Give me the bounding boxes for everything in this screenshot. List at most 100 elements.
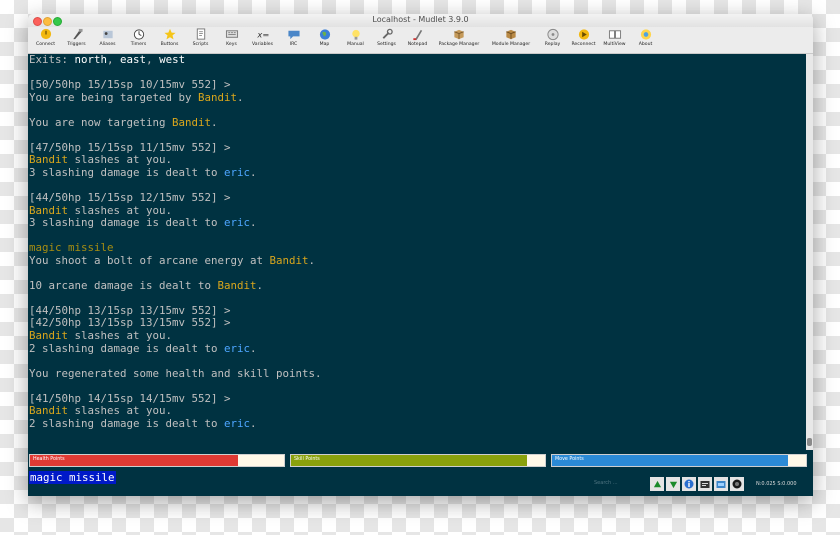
toolbar-button-label: Keys bbox=[226, 42, 237, 47]
window-title: Localhost - Mudlet 3.9.0 bbox=[372, 15, 469, 24]
toolbar-button-label: Notepad bbox=[407, 42, 428, 47]
console-text-segment: You are being targeted by bbox=[29, 90, 199, 104]
console-text-segment: [41/50hp 14/15sp 14/15mv 552] > bbox=[29, 391, 231, 405]
console-text-segment: You are now targeting bbox=[29, 115, 173, 129]
toolbar-button-package-manager[interactable]: Package Manager bbox=[433, 27, 485, 47]
health-gauge-label: Health Points bbox=[33, 456, 65, 462]
keys-icon bbox=[225, 28, 239, 41]
console-text-segment: . bbox=[308, 253, 316, 267]
toolbar-button-module-manager[interactable]: Module Manager bbox=[485, 27, 537, 47]
toolbar-button-keys[interactable]: Keys bbox=[216, 27, 247, 47]
search-input[interactable]: Search ... bbox=[594, 480, 650, 486]
toolbar-button-manual[interactable]: Manual bbox=[340, 27, 371, 47]
console-text-segment: . bbox=[237, 90, 244, 104]
console-line: You shoot a bolt of arcane energy at Ban… bbox=[29, 253, 805, 268]
map-icon bbox=[318, 28, 332, 41]
toolbar-button-scripts[interactable]: Scripts bbox=[185, 27, 216, 47]
toolbar-button-connect[interactable]: Connect bbox=[30, 27, 61, 47]
toolbar-button-timers[interactable]: Timers bbox=[123, 27, 154, 47]
toolbar-button-replay[interactable]: Replay bbox=[537, 27, 568, 47]
console-text-segment: Exits: bbox=[29, 53, 75, 66]
move-gauge-fill bbox=[552, 454, 789, 466]
package-manager-icon bbox=[452, 28, 466, 41]
console-text-segment: Bandit bbox=[29, 153, 69, 167]
toolbar-button-label: Scripts bbox=[192, 42, 209, 47]
console-text-segment: 2 slashing damage is dealt to bbox=[29, 341, 225, 355]
console-text-segment: slashes at you. bbox=[68, 404, 173, 418]
emergency-stop-icon bbox=[732, 479, 742, 489]
console-text-segment: magic missile bbox=[29, 241, 114, 255]
toolbar-button-notepad[interactable]: Notepad bbox=[402, 27, 433, 47]
console-text-segment: east bbox=[120, 53, 147, 66]
toolbar-button-label: Connect bbox=[36, 42, 55, 47]
toolbar-button-triggers[interactable]: Triggers bbox=[61, 27, 92, 47]
toolbar-button-variables[interactable]: x= Variables bbox=[247, 27, 278, 47]
scroll-up-button[interactable] bbox=[650, 477, 664, 491]
console-line: 3 slashing damage is dealt to eric. bbox=[29, 165, 805, 180]
toolbar-button-about[interactable]: About bbox=[630, 27, 661, 47]
console-text-segment: [47/50hp 15/15sp 11/15mv 552] > bbox=[29, 140, 231, 154]
toolbar-button-label: Reconnect bbox=[571, 42, 596, 47]
scripts-icon bbox=[194, 28, 208, 41]
toolbar-button-label: Replay bbox=[544, 42, 561, 47]
triggers-icon bbox=[70, 28, 84, 41]
console-text-segment: eric bbox=[224, 341, 251, 355]
toolbar-button-reconnect[interactable]: Reconnect bbox=[568, 27, 599, 47]
console-text-segment: slashes at you. bbox=[68, 329, 173, 343]
console-text-segment: . bbox=[256, 278, 264, 292]
replay-icon bbox=[546, 28, 560, 41]
console-line: 2 slashing damage is dealt to eric. bbox=[29, 341, 805, 356]
console-text-segment: slashes at you. bbox=[68, 203, 173, 217]
timestamp-icon bbox=[700, 480, 710, 488]
console-text-segment: west bbox=[159, 53, 186, 66]
console-text-segment: Bandit bbox=[29, 404, 69, 418]
multiview-icon bbox=[608, 28, 622, 41]
scroll-down-button[interactable] bbox=[666, 477, 680, 491]
toolbar-button-aliases[interactable]: Aliases bbox=[92, 27, 123, 47]
console-line: 10 arcane damage is dealt to Bandit. bbox=[29, 278, 805, 293]
info-icon bbox=[684, 479, 694, 489]
console-text-segment: eric bbox=[224, 165, 251, 179]
console-text-segment: Bandit bbox=[217, 278, 257, 292]
move-gauge: Move Points bbox=[551, 453, 807, 467]
replay-record-icon bbox=[716, 480, 726, 488]
toolbar-button-label: Variables bbox=[252, 42, 273, 47]
console-text-segment: , bbox=[146, 53, 160, 66]
toolbar-button-map[interactable]: Map bbox=[309, 27, 340, 47]
timestamp-button[interactable] bbox=[698, 477, 712, 491]
console-text-segment: 10 arcane damage is dealt to bbox=[29, 278, 218, 292]
skill-gauge-label: Skill Points bbox=[294, 456, 320, 462]
console-text-segment: 3 slashing damage is dealt to bbox=[29, 165, 225, 179]
console-text-segment: . bbox=[250, 416, 257, 430]
variables-icon: x= bbox=[256, 28, 270, 41]
about-icon bbox=[639, 28, 653, 41]
toolbar-button-buttons[interactable]: Buttons bbox=[154, 27, 185, 47]
emergency-stop-button[interactable] bbox=[730, 477, 744, 491]
console-text-segment: [50/50hp 15/15sp 10/15mv 552] > bbox=[29, 78, 231, 92]
toolbar-button-label: Map bbox=[319, 42, 330, 47]
toolbar-button-multiview[interactable]: MultiView bbox=[599, 27, 630, 47]
console-text-segment: north bbox=[74, 53, 108, 66]
console-scrollbar[interactable] bbox=[806, 54, 813, 450]
replay-record-button[interactable] bbox=[714, 477, 728, 491]
mudlet-window: Localhost - Mudlet 3.9.0 Connect Triggers… bbox=[28, 14, 813, 496]
gauge-bar: Health Points Skill Points Move Points bbox=[28, 450, 813, 470]
toolbar-button-label: IRC bbox=[289, 42, 298, 47]
console-line: 2 slashing damage is dealt to eric. bbox=[29, 416, 805, 431]
scrollbar-thumb[interactable] bbox=[807, 438, 812, 446]
console-text-segment: . bbox=[211, 115, 218, 129]
info-button[interactable] bbox=[682, 477, 696, 491]
toolbar-button-settings[interactable]: Settings bbox=[371, 27, 402, 47]
console-text-segment: . bbox=[250, 341, 257, 355]
console-text-segment: Bandit bbox=[198, 90, 238, 104]
console-text-segment: eric bbox=[224, 416, 251, 430]
toolbar-button-label: Package Manager bbox=[438, 42, 480, 47]
health-gauge: Health Points bbox=[29, 453, 285, 467]
console-text-segment: [44/50hp 13/15sp 13/15mv 552] > bbox=[29, 303, 231, 317]
buttons-icon bbox=[163, 28, 177, 41]
toolbar-button-label: Manual bbox=[347, 42, 364, 47]
toolbar-button-label: MultiView bbox=[603, 42, 626, 47]
toolbar-button-irc[interactable]: IRC bbox=[278, 27, 309, 47]
command-input[interactable]: magic missile bbox=[29, 471, 116, 484]
